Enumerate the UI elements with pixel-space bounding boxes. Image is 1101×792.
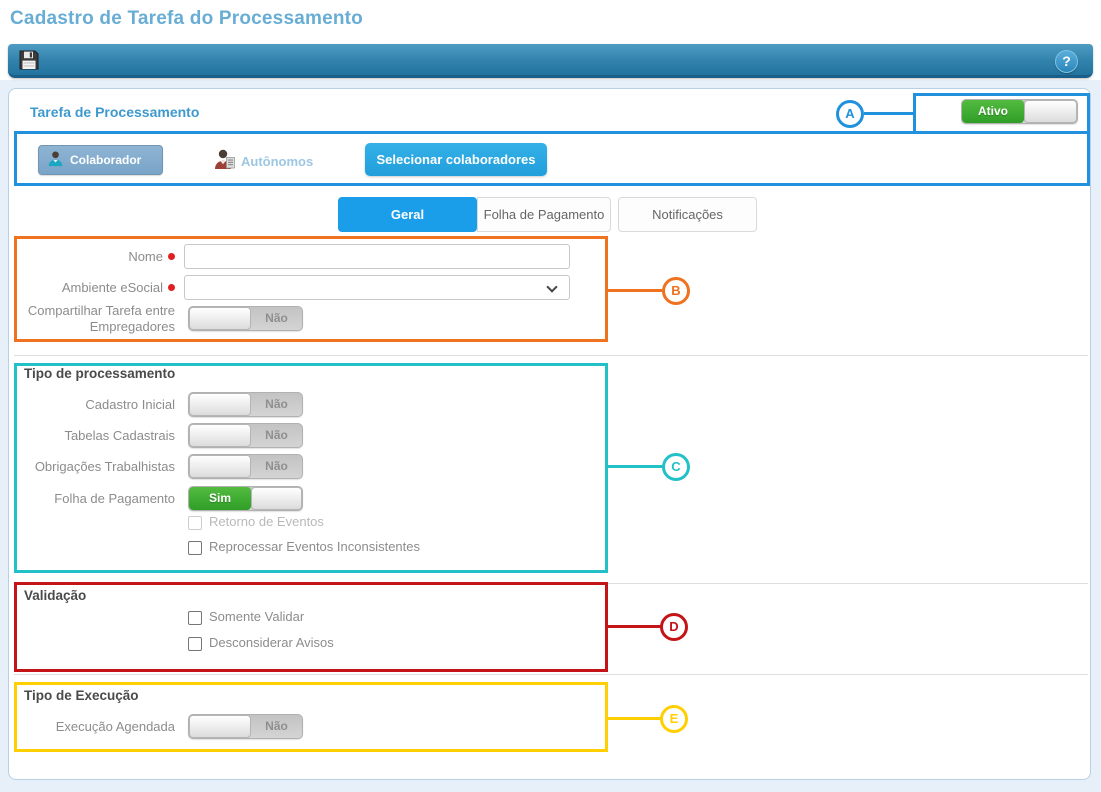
folha-pagamento-label: Folha de Pagamento xyxy=(15,486,175,511)
cadastro-inicial-toggle[interactable]: Não xyxy=(188,392,303,417)
tab-autonomos[interactable]: Autônomos xyxy=(213,147,313,176)
person-document-icon xyxy=(213,147,237,176)
tipo-processamento-header: Tipo de processamento xyxy=(24,366,175,381)
toggle-knob xyxy=(189,393,251,416)
checkbox-retorno-de-eventos-label: Retorno de Eventos xyxy=(209,514,324,529)
selecionar-colaboradores-button[interactable]: Selecionar colaboradores xyxy=(365,143,547,176)
tipo-execucao-header: Tipo de Execução xyxy=(24,688,139,703)
tab-notificacoes[interactable]: Notificações xyxy=(618,197,757,232)
ambiente-esocial-select[interactable] xyxy=(184,275,570,300)
section-divider xyxy=(14,583,1088,584)
tab-colaborador[interactable]: Colaborador xyxy=(38,145,163,175)
obrigacoes-trabalhistas-label: Obrigações Trabalhistas xyxy=(15,454,175,479)
ambiente-esocial-label: Ambiente eSocial xyxy=(15,275,163,300)
compartilhar-toggle-state: Não xyxy=(251,307,302,330)
checkbox-desconsiderar-avisos-label: Desconsiderar Avisos xyxy=(209,635,334,650)
app-root: Cadastro de Tarefa do Processamento ? Ta… xyxy=(0,0,1101,792)
folha-pagamento-toggle-state: Sim xyxy=(189,487,251,510)
tab-colaborador-label: Colaborador xyxy=(70,153,141,167)
toggle-knob xyxy=(189,715,251,738)
cadastro-inicial-toggle-state: Não xyxy=(251,393,302,416)
required-dot xyxy=(168,253,175,260)
toggle-knob xyxy=(189,455,251,478)
compartilhar-label-line2: Empregadores xyxy=(90,319,175,334)
compartilhar-label: Compartilhar Tarefa entre Empregadores xyxy=(15,303,175,335)
toggle-knob xyxy=(1024,100,1077,123)
checkbox-desconsiderar-avisos[interactable] xyxy=(188,637,202,651)
checkbox-reprocessar-eventos[interactable] xyxy=(188,541,202,555)
checkbox-retorno-de-eventos xyxy=(188,516,202,530)
checkbox-reprocessar-eventos-label: Reprocessar Eventos Inconsistentes xyxy=(209,539,420,554)
cadastro-inicial-label: Cadastro Inicial xyxy=(15,392,175,417)
tabelas-cadastrais-toggle[interactable]: Não xyxy=(188,423,303,448)
tabelas-cadastrais-toggle-state: Não xyxy=(251,424,302,447)
panel-title: Tarefa de Processamento xyxy=(30,104,199,120)
tab-folha-de-pagamento[interactable]: Folha de Pagamento xyxy=(477,197,611,232)
execucao-agendada-toggle[interactable]: Não xyxy=(188,714,303,739)
toolbar xyxy=(8,44,1093,78)
page-title: Cadastro de Tarefa do Processamento xyxy=(10,8,363,30)
obrigacoes-trabalhistas-toggle-state: Não xyxy=(251,455,302,478)
execucao-agendada-label: Execução Agendada xyxy=(15,714,175,739)
help-button[interactable]: ? xyxy=(1055,50,1078,73)
tabelas-cadastrais-label: Tabelas Cadastrais xyxy=(15,423,175,448)
checkbox-somente-validar[interactable] xyxy=(188,611,202,625)
ativo-toggle-label: Ativo xyxy=(962,100,1024,123)
toggle-knob xyxy=(189,424,251,447)
tab-autonomos-label: Autônomos xyxy=(241,154,313,169)
compartilhar-label-line1: Compartilhar Tarefa entre xyxy=(28,303,175,318)
nome-input[interactable] xyxy=(184,244,570,269)
validacao-header: Validação xyxy=(24,588,86,603)
save-button[interactable] xyxy=(17,48,41,72)
folha-pagamento-toggle[interactable]: Sim xyxy=(188,486,303,511)
checkbox-somente-validar-label: Somente Validar xyxy=(209,609,304,624)
person-icon xyxy=(47,150,64,170)
tab-geral[interactable]: Geral xyxy=(338,197,477,232)
required-dot xyxy=(168,284,175,291)
toggle-knob xyxy=(189,307,251,330)
obrigacoes-trabalhistas-toggle[interactable]: Não xyxy=(188,454,303,479)
toggle-knob xyxy=(251,487,302,510)
ativo-toggle[interactable]: Ativo xyxy=(961,99,1078,124)
section-divider xyxy=(14,355,1088,356)
compartilhar-toggle[interactable]: Não xyxy=(188,306,303,331)
nome-label: Nome xyxy=(15,244,163,269)
section-divider xyxy=(14,674,1088,675)
floppy-disk-icon xyxy=(17,59,41,76)
execucao-agendada-toggle-state: Não xyxy=(251,715,302,738)
chevron-down-icon xyxy=(546,281,557,292)
